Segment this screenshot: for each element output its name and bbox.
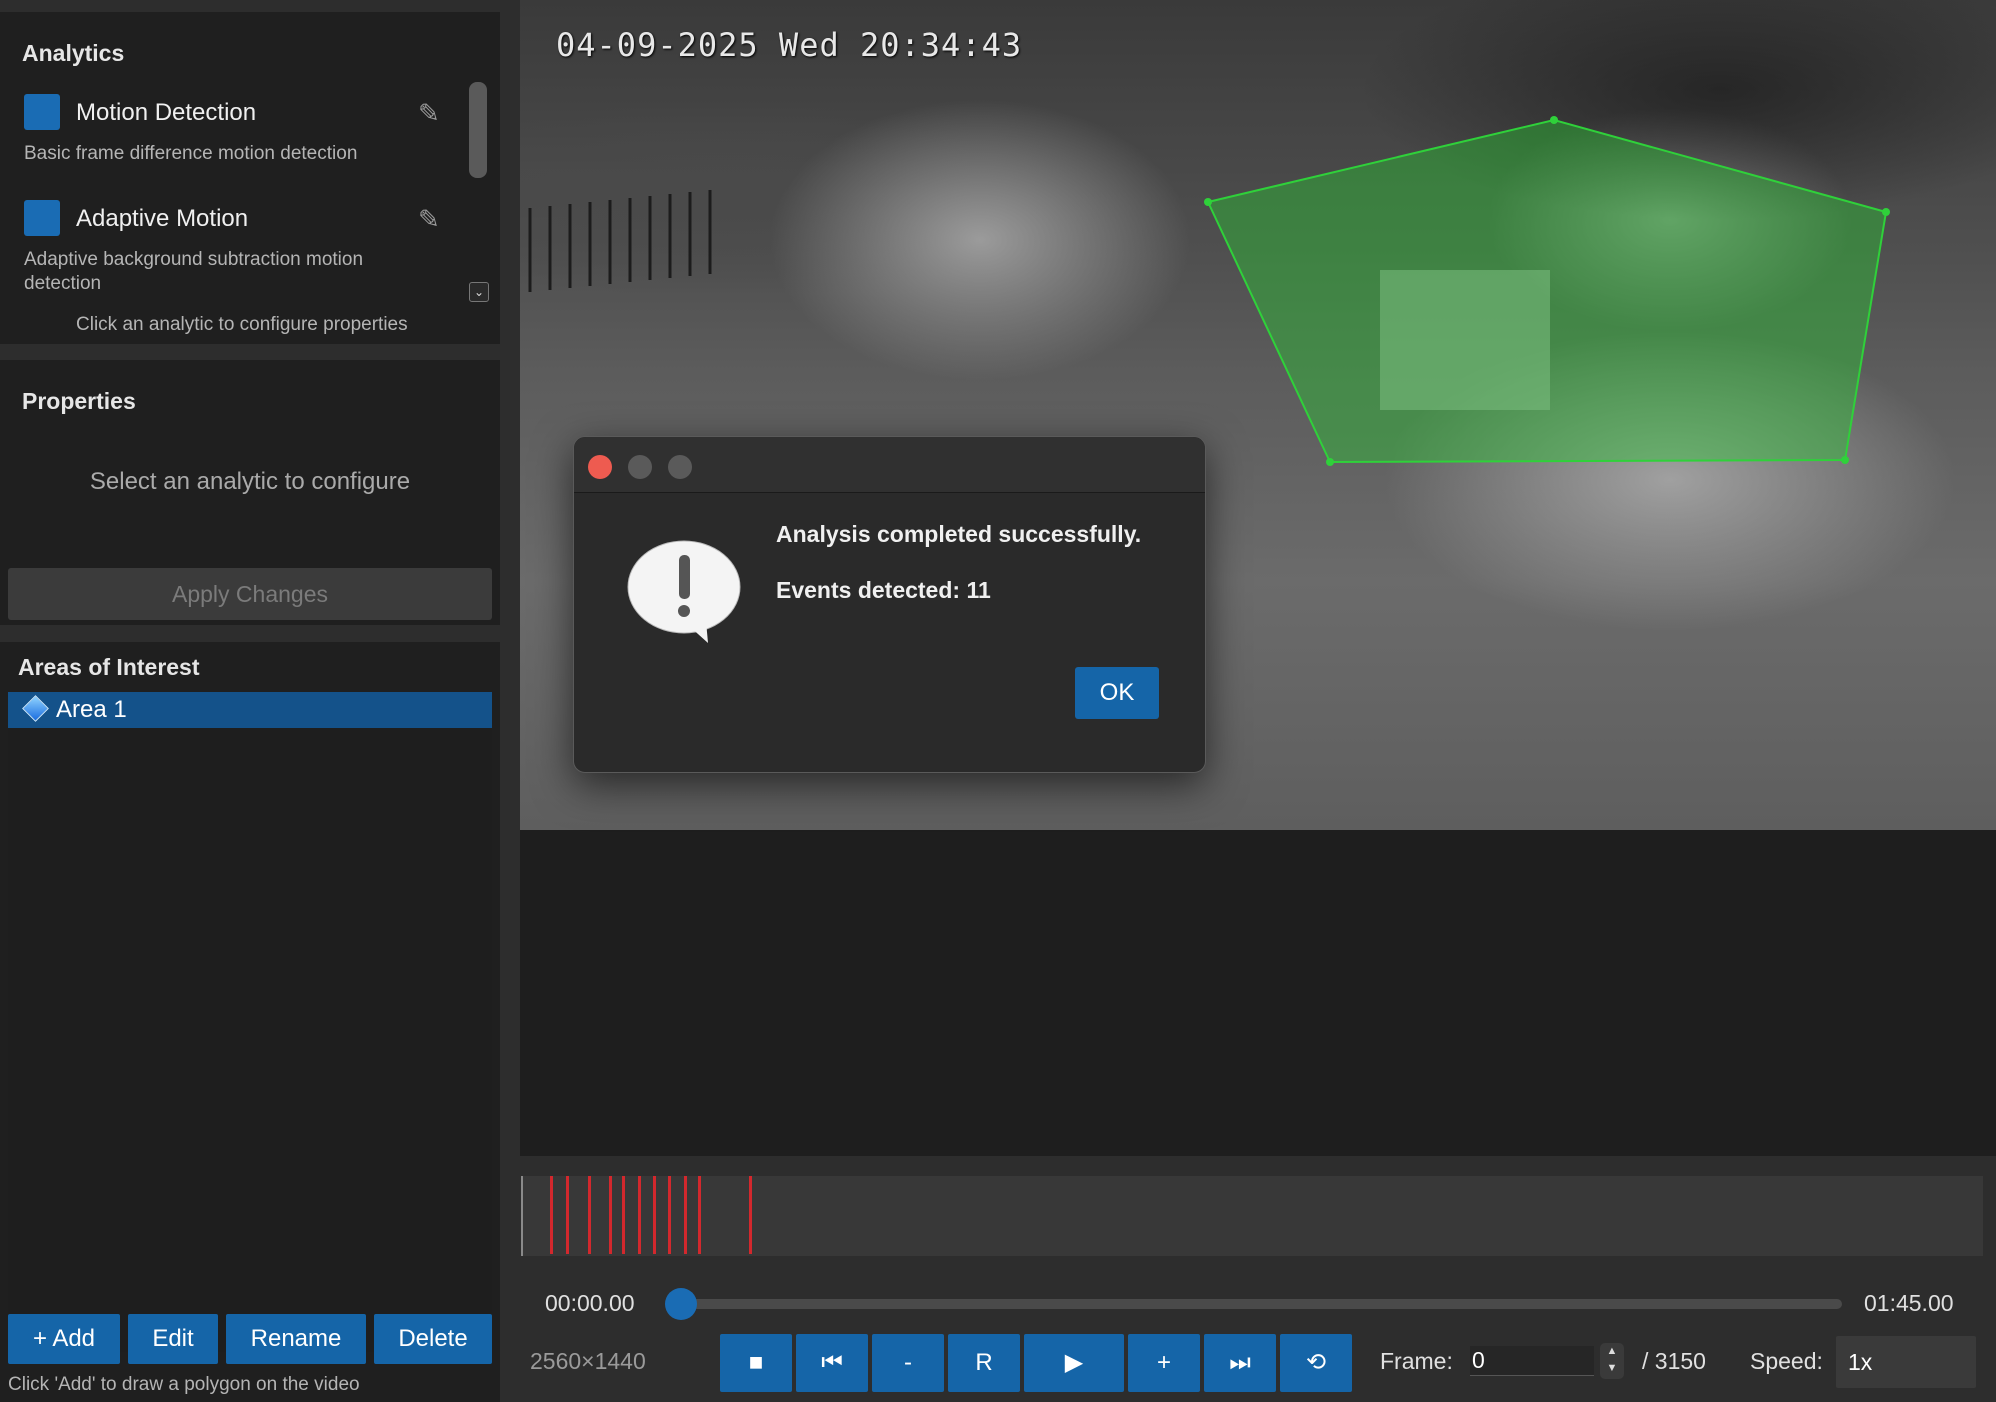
speed-label: Speed: — [1750, 1348, 1823, 1374]
video-letterbox — [520, 830, 1996, 1156]
dialog-message: Analysis completed successfully. — [776, 521, 1142, 547]
rename-area-button[interactable]: Rename — [226, 1314, 366, 1364]
analytics-scrollbar[interactable]: ⌄ — [466, 82, 492, 307]
properties-panel: Properties Select an analytic to configu… — [0, 360, 500, 625]
timestamp-overlay: 04-09-2025 Wed 20:34:43 — [556, 26, 1023, 64]
left-sidebar: Analytics Motion Detection ✎ Basic frame… — [0, 0, 508, 1402]
event-marker[interactable] — [566, 1176, 569, 1254]
areas-hint: Click 'Add' to draw a polygon on the vid… — [8, 1374, 360, 1395]
event-marker[interactable] — [668, 1176, 671, 1254]
area-of-interest-polygon[interactable] — [1206, 118, 1888, 464]
analysis-complete-dialog: Analysis completed successfully. Events … — [573, 436, 1206, 773]
skip-forward-button[interactable]: ⏭ — [1204, 1334, 1276, 1392]
loop-button[interactable]: ⟲ — [1280, 1334, 1352, 1392]
analytics-panel: Analytics Motion Detection ✎ Basic frame… — [0, 12, 500, 344]
areas-of-interest-panel: Areas of Interest Area 1 + Add Edit Rena… — [0, 642, 500, 1402]
current-time: 00:00.00 — [545, 1290, 635, 1316]
ok-button[interactable]: OK — [1075, 667, 1159, 719]
play-button[interactable]: ▶ — [1024, 1334, 1124, 1392]
properties-title: Properties — [22, 388, 136, 414]
properties-placeholder: Select an analytic to configure — [89, 468, 411, 495]
frame-input[interactable] — [1470, 1346, 1594, 1376]
apply-changes-button[interactable]: Apply Changes — [8, 568, 492, 620]
video-resolution: 2560×1440 — [530, 1348, 646, 1374]
stop-button[interactable]: ■ — [720, 1334, 792, 1392]
analytics-hint: Click an analytic to configure propertie… — [76, 314, 408, 335]
analytic-name: Motion Detection — [76, 99, 257, 126]
event-marker[interactable] — [749, 1176, 752, 1254]
dialog-events-count: Events detected: 11 — [776, 577, 991, 603]
analytic-description: Basic frame difference motion detection — [24, 143, 358, 164]
pencil-icon[interactable]: ✎ — [418, 98, 440, 129]
event-marker[interactable] — [588, 1176, 591, 1254]
event-marker[interactable] — [550, 1176, 553, 1254]
skip-back-button[interactable]: ⏮ — [796, 1334, 868, 1392]
analytic-color-swatch[interactable] — [24, 94, 60, 130]
list-item-area-1[interactable]: Area 1 — [8, 692, 492, 728]
frame-spinner-icon[interactable]: ▲ ▼ — [1600, 1343, 1624, 1379]
frame-total: / 3150 — [1642, 1348, 1706, 1374]
area-label: Area 1 — [56, 696, 127, 723]
event-marker[interactable] — [622, 1176, 625, 1254]
scroll-down-icon[interactable]: ⌄ — [469, 282, 489, 302]
event-marker[interactable] — [684, 1176, 687, 1254]
seek-slider[interactable] — [680, 1299, 1842, 1309]
event-marker[interactable] — [638, 1176, 641, 1254]
analytic-color-swatch[interactable] — [24, 200, 60, 236]
analytic-item-motion-detection[interactable]: Motion Detection ✎ Basic frame differenc… — [0, 94, 460, 194]
event-marker[interactable] — [698, 1176, 701, 1254]
delete-area-button[interactable]: Delete — [374, 1314, 492, 1364]
event-marker[interactable] — [609, 1176, 612, 1254]
total-time: 01:45.00 — [1864, 1290, 1954, 1316]
diamond-icon — [22, 695, 49, 722]
edit-area-button[interactable]: Edit — [128, 1314, 218, 1364]
frame-label: Frame: — [1380, 1348, 1453, 1374]
pencil-icon[interactable]: ✎ — [418, 204, 440, 235]
areas-list[interactable]: Area 1 — [8, 692, 492, 1352]
reset-button[interactable]: R — [948, 1334, 1020, 1392]
step-forward-button[interactable]: + — [1128, 1334, 1200, 1392]
seek-slider-handle[interactable] — [665, 1288, 697, 1320]
analytics-title: Analytics — [22, 40, 125, 66]
dialog-titlebar — [574, 437, 1205, 493]
app-window: Analytics Motion Detection ✎ Basic frame… — [0, 0, 1996, 1402]
areas-title: Areas of Interest — [18, 654, 200, 680]
scrollbar-thumb[interactable] — [469, 82, 487, 178]
fence-lines — [528, 190, 712, 292]
alert-speech-bubble-icon — [626, 539, 742, 652]
analytic-name: Adaptive Motion — [76, 205, 249, 232]
event-timeline[interactable] — [521, 1176, 1983, 1256]
event-marker[interactable] — [653, 1176, 656, 1254]
analytic-item-adaptive-motion[interactable]: Adaptive Motion ✎ Adaptive background su… — [0, 200, 460, 300]
step-back-button[interactable]: - — [872, 1334, 944, 1392]
analytic-description: Adaptive background subtraction motion d… — [24, 249, 364, 294]
minimize-window-icon — [628, 455, 652, 479]
close-window-icon[interactable] — [588, 455, 612, 479]
zoom-window-icon — [668, 455, 692, 479]
speed-select[interactable]: 1x — [1836, 1336, 1976, 1388]
add-area-button[interactable]: + Add — [8, 1314, 120, 1364]
